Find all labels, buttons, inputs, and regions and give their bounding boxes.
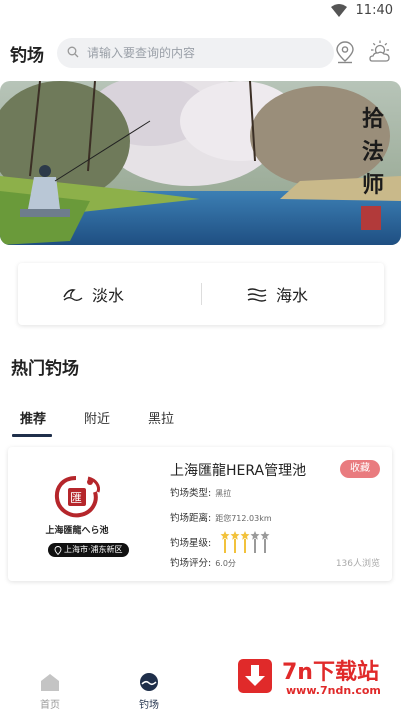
svg-text:拾: 拾 — [362, 106, 384, 132]
fishery-type-label: 钓场类型: — [170, 488, 212, 499]
section-title: 热门钓场 — [11, 359, 79, 379]
nav-home[interactable]: 首页 — [30, 672, 70, 711]
fishery-type-row: 钓场类型: 黑拉 — [170, 485, 231, 499]
fishery-score-value: 6.0分 — [215, 559, 236, 568]
nav-fishery-label: 钓场 — [139, 700, 159, 711]
status-time: 11:40 — [355, 3, 393, 18]
banner-carousel[interactable]: 拾 法 师 — [0, 81, 401, 245]
water-type-card: 淡水 海水 — [18, 263, 384, 325]
tab-bar: 推荐 附近 黑拉 — [0, 402, 401, 438]
watermark-url: www.7ndn.com — [286, 684, 381, 697]
star-empty-icon — [250, 531, 260, 553]
view-count: 136人浏览 — [335, 559, 380, 569]
watermark: 7n下载站 www.7ndn.com — [232, 654, 392, 704]
download-icon — [238, 659, 272, 693]
status-bar: 11:40 — [0, 0, 401, 24]
location-pin-icon[interactable] — [335, 40, 355, 64]
fishery-type-value: 黑拉 — [215, 489, 232, 498]
page-title: 钓场 — [10, 46, 44, 66]
search-input[interactable]: 请输入要查询的内容 — [57, 38, 334, 68]
fishery-distance-value: 距您712.03km — [215, 514, 272, 523]
star-filled-icon — [220, 531, 230, 553]
nav-fishery[interactable]: 钓场 — [129, 672, 169, 711]
location-pin-icon — [54, 545, 62, 555]
home-icon — [41, 674, 59, 691]
banner-image: 拾 法 师 — [0, 81, 401, 245]
fishery-score-label: 钓场评分: — [170, 558, 212, 569]
search-placeholder: 请输入要查询的内容 — [87, 46, 196, 60]
fishery-name: 上海匯龍HERA管理池 — [170, 463, 307, 479]
search-icon — [67, 46, 79, 58]
fishery-distance-row: 钓场距离: 距您712.03km — [170, 510, 272, 524]
star-empty-icon — [260, 531, 270, 553]
freshwater-wave-icon — [63, 289, 83, 301]
dragon-logo-icon: 匯 — [54, 476, 100, 518]
seawater-button[interactable]: 海水 — [246, 281, 308, 307]
divider — [201, 283, 202, 305]
seawater-label: 海水 — [276, 286, 309, 305]
location-badge: 上海市·浦东新区 — [48, 543, 129, 557]
svg-text:法: 法 — [362, 139, 384, 165]
top-bar: 钓场 请输入要查询的内容 — [0, 28, 401, 78]
weather-icon[interactable] — [367, 39, 393, 65]
location-text: 上海市·浦东新区 — [64, 545, 123, 554]
svg-text:匯: 匯 — [70, 491, 82, 505]
tab-heila[interactable]: 黑拉 — [148, 408, 174, 427]
star-filled-icon — [240, 531, 250, 553]
tab-recommend[interactable]: 推荐 — [20, 408, 46, 427]
tab-active-indicator — [12, 434, 52, 437]
fishery-card[interactable]: 匯 上海匯龍へら池 上海市·浦东新区 上海匯龍HERA管理池 收藏 钓场类型: 黑… — [8, 447, 392, 581]
svg-text:师: 师 — [362, 172, 384, 198]
watermark-title: 7n下载站 — [282, 660, 379, 685]
freshwater-label: 淡水 — [92, 286, 125, 305]
seawater-wave-icon — [247, 288, 267, 302]
nav-home-label: 首页 — [40, 700, 60, 711]
fishery-logo-text: 上海匯龍へら池 — [45, 526, 109, 536]
freshwater-button[interactable]: 淡水 — [62, 281, 124, 307]
fishery-stars-row: 钓场星级: — [170, 535, 211, 549]
favorite-button[interactable]: 收藏 — [340, 460, 380, 478]
fishery-nav-icon — [140, 673, 158, 691]
wifi-icon — [331, 4, 347, 17]
fishery-distance-label: 钓场距离: — [170, 513, 212, 524]
fishery-stars-label: 钓场星级: — [170, 538, 212, 549]
fishery-score-row: 钓场评分: 6.0分 — [170, 555, 236, 569]
star-rating — [220, 531, 270, 553]
tab-nearby[interactable]: 附近 — [84, 408, 110, 427]
star-filled-icon — [230, 531, 240, 553]
